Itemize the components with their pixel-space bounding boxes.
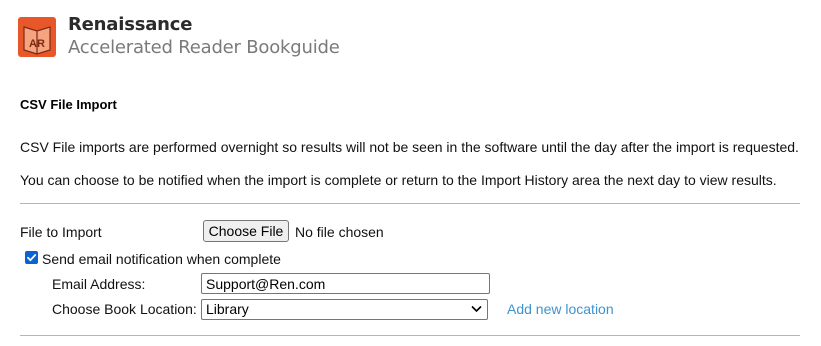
book-location-select[interactable]: Library xyxy=(201,299,488,320)
email-address-label: Email Address: xyxy=(52,276,146,292)
svg-text:AR: AR xyxy=(29,38,45,50)
renaissance-ar-logo: AR xyxy=(18,17,56,57)
description-overnight: CSV File imports are performed overnight… xyxy=(20,139,799,155)
email-notification-label[interactable]: Send email notification when complete xyxy=(42,251,281,267)
chevron-down-icon xyxy=(471,305,482,313)
checkmark-icon xyxy=(27,254,37,262)
add-new-location-link[interactable]: Add new location xyxy=(507,301,614,317)
brand-block: Renaissance Accelerated Reader Bookguide xyxy=(68,14,340,60)
no-file-chosen-text: No file chosen xyxy=(295,224,384,240)
book-location-label: Choose Book Location: xyxy=(52,301,197,317)
book-location-value: Library xyxy=(206,301,249,317)
brand-name: Renaissance xyxy=(68,14,193,35)
file-to-import-label: File to Import xyxy=(20,224,102,240)
page-title: CSV File Import xyxy=(20,97,117,112)
product-name: Accelerated Reader Bookguide xyxy=(68,37,340,58)
description-notify: You can choose to be notified when the i… xyxy=(20,172,777,188)
divider-bottom xyxy=(20,335,800,336)
email-notification-checkbox[interactable] xyxy=(25,251,38,264)
divider-top xyxy=(20,203,800,204)
email-address-input[interactable] xyxy=(201,273,490,294)
choose-file-button[interactable]: Choose File xyxy=(203,220,289,242)
